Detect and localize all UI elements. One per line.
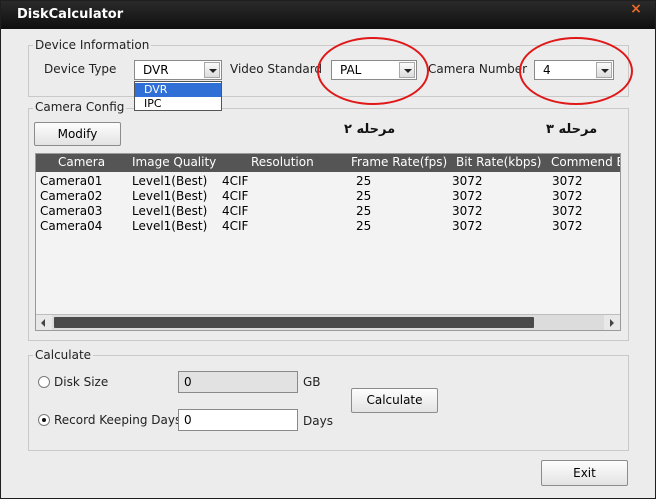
exit-button[interactable]: Exit xyxy=(541,460,628,486)
modify-button[interactable]: Modify xyxy=(34,122,121,146)
cell-resolution: 4CIF xyxy=(222,174,249,188)
annotation-step-3: مرحله ۳ xyxy=(546,122,598,137)
record-keeping-days-input[interactable]: 0 xyxy=(178,409,298,431)
column-header-frame-rate[interactable]: Frame Rate(fps) xyxy=(351,155,447,169)
cell-frame-rate: 25 xyxy=(356,174,372,188)
calculate-group xyxy=(28,355,629,451)
calculate-label: Calculate xyxy=(33,348,94,362)
device-type-select[interactable]: DVR xyxy=(134,60,222,80)
column-header-camera[interactable]: Camera xyxy=(58,155,105,169)
calculate-button[interactable]: Calculate xyxy=(351,388,438,413)
column-header-bit-rate[interactable]: Bit Rate(kbps) xyxy=(456,155,541,169)
disk-size-radio[interactable] xyxy=(38,376,50,388)
scroll-right-icon[interactable] xyxy=(604,315,620,330)
horizontal-scrollbar[interactable] xyxy=(36,314,620,330)
device-type-label: Device Type xyxy=(44,62,117,76)
cell-bit-rate: 3072 xyxy=(452,189,483,203)
dropdown-option-dvr[interactable]: DVR xyxy=(135,83,221,97)
cell-image-quality: Level1(Best) xyxy=(132,174,208,188)
table-row[interactable]: Camera02 Level1(Best) 4CIF 25 3072 3072 xyxy=(36,189,620,204)
table-row[interactable]: Camera03 Level1(Best) 4CIF 25 3072 3072 xyxy=(36,204,620,219)
column-header-commend-bit-rate[interactable]: Commend B xyxy=(551,155,620,169)
disk-size-label[interactable]: Disk Size xyxy=(54,375,108,389)
scrollbar-thumb[interactable] xyxy=(54,317,534,328)
cell-image-quality: Level1(Best) xyxy=(132,219,208,233)
cell-frame-rate: 25 xyxy=(356,189,372,203)
cell-bit-rate: 3072 xyxy=(452,204,483,218)
cell-image-quality: Level1(Best) xyxy=(132,204,208,218)
annotation-circle-camera-number xyxy=(519,37,633,105)
record-keeping-days-label[interactable]: Record Keeping Days xyxy=(54,413,181,427)
disk-size-field: 0 xyxy=(178,371,298,393)
record-keeping-days-radio[interactable] xyxy=(38,414,50,426)
cell-image-quality: Level1(Best) xyxy=(132,189,208,203)
cell-frame-rate: 25 xyxy=(356,219,372,233)
record-keeping-days-unit: Days xyxy=(303,414,333,428)
annotation-circle-video-standard xyxy=(317,37,429,105)
video-standard-label: Video Standard xyxy=(230,62,323,76)
cell-bit-rate: 3072 xyxy=(452,174,483,188)
cell-commend-bit-rate: 3072 xyxy=(552,219,583,233)
device-type-value: DVR xyxy=(143,63,169,77)
cell-camera: Camera01 xyxy=(40,174,103,188)
table-row[interactable]: Camera01 Level1(Best) 4CIF 25 3072 3072 xyxy=(36,174,620,189)
cell-camera: Camera04 xyxy=(40,219,103,233)
cell-camera: Camera03 xyxy=(40,204,103,218)
cell-commend-bit-rate: 3072 xyxy=(552,204,583,218)
table-row[interactable]: Camera04 Level1(Best) 4CIF 25 3072 3072 xyxy=(36,219,620,234)
column-header-resolution[interactable]: Resolution xyxy=(251,155,314,169)
cell-camera: Camera02 xyxy=(40,189,103,203)
close-icon[interactable]: × xyxy=(627,1,645,17)
camera-number-label: Camera Number xyxy=(428,62,528,76)
table-header: Camera Image Quality Resolution Frame Ra… xyxy=(36,154,620,172)
cell-commend-bit-rate: 3072 xyxy=(552,174,583,188)
dropdown-option-ipc[interactable]: IPC xyxy=(135,97,221,111)
camera-table[interactable]: Camera Image Quality Resolution Frame Ra… xyxy=(35,153,621,331)
column-header-image-quality[interactable]: Image Quality xyxy=(132,155,216,169)
cell-commend-bit-rate: 3072 xyxy=(552,189,583,203)
cell-resolution: 4CIF xyxy=(222,204,249,218)
device-information-label: Device Information xyxy=(33,38,152,52)
window-title: DiskCalculator xyxy=(17,7,124,22)
title-bar[interactable]: DiskCalculator × xyxy=(1,1,655,29)
cell-resolution: 4CIF xyxy=(222,219,249,233)
cell-bit-rate: 3072 xyxy=(452,219,483,233)
chevron-down-icon[interactable] xyxy=(204,62,220,78)
device-type-dropdown-list[interactable]: DVR IPC xyxy=(134,81,222,111)
cell-frame-rate: 25 xyxy=(356,204,372,218)
camera-config-label: Camera Config xyxy=(33,100,127,114)
scroll-left-icon[interactable] xyxy=(36,315,52,330)
cell-resolution: 4CIF xyxy=(222,189,249,203)
annotation-step-2: مرحله ۲ xyxy=(344,122,396,137)
disk-calculator-window: DiskCalculator × Device Information Devi… xyxy=(0,0,656,499)
disk-size-unit: GB xyxy=(303,375,321,389)
